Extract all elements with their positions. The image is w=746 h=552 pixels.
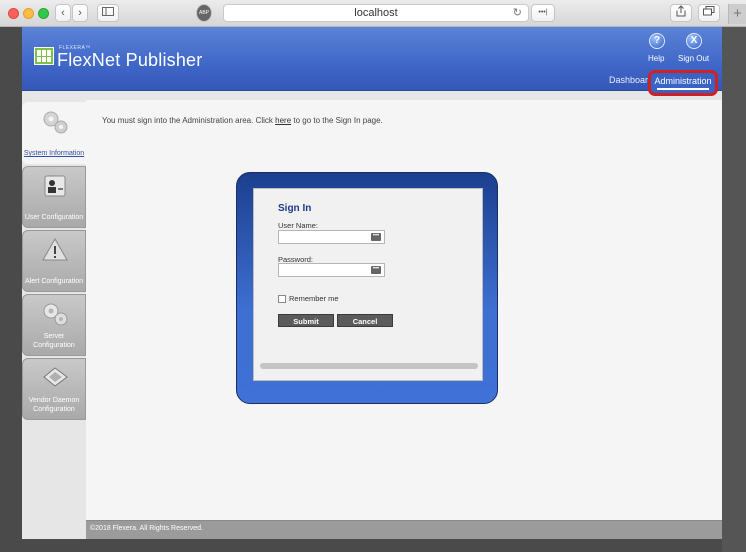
app-header: FLEXERA™ FlexNet Publisher ? Help X Sign… (22, 27, 722, 91)
sidebar-item-label: System Information (23, 150, 85, 157)
id-card-icon (44, 175, 66, 197)
sidebar-item-label: Alert Configuration (25, 278, 83, 285)
sidebar-item-vendor-daemon-configuration[interactable]: Vendor Daemon Configuration (22, 358, 86, 420)
minimize-window-button[interactable] (23, 8, 34, 19)
warning-icon (42, 237, 68, 261)
license-card-icon (43, 367, 68, 387)
help-icon[interactable]: ? (649, 33, 665, 49)
nav-administration-label: Administration (654, 76, 712, 86)
sidebar-item-alert-configuration[interactable]: Alert Configuration (22, 230, 86, 292)
gears-icon (43, 111, 68, 134)
tabs-icon (703, 6, 715, 16)
adblock-icon[interactable]: ABP (196, 4, 212, 22)
forward-button[interactable]: › (72, 4, 88, 22)
password-manager-icon[interactable]: ••• (371, 266, 381, 274)
sidebar-item-label: Vendor Daemon Configuration (28, 397, 80, 413)
signin-panel: Sign In User Name: ••• Password: ••• Rem… (236, 172, 498, 404)
cancel-button[interactable]: Cancel (337, 314, 393, 327)
main-content: You must sign into the Administration ar… (86, 100, 722, 520)
sign-out-link[interactable]: Sign Out (678, 54, 709, 63)
address-bar[interactable]: localhost ↻ (223, 4, 529, 22)
tabs-overview-button[interactable] (698, 4, 720, 22)
username-field[interactable]: ••• (278, 230, 385, 244)
sidebar-item-system-information[interactable]: System Information (22, 102, 86, 164)
app-frame: FLEXERA™ FlexNet Publisher ? Help X Sign… (22, 27, 722, 539)
signin-form: Sign In User Name: ••• Password: ••• Rem… (253, 188, 483, 381)
reload-icon[interactable]: ↻ (513, 5, 522, 21)
active-underline (657, 88, 709, 90)
new-tab-button[interactable]: + (728, 4, 746, 24)
zoom-window-button[interactable] (38, 8, 49, 19)
copyright-text: ©2018 Flexera. All Rights Reserved. (90, 525, 203, 532)
share-icon (676, 5, 686, 17)
back-button[interactable]: ‹ (55, 4, 71, 22)
sidebar-item-user-configuration[interactable]: User Configuration (22, 166, 86, 228)
sidebar-item-label: Server Configuration (33, 333, 75, 349)
sidebar-toggle-button[interactable] (97, 4, 119, 22)
remember-me-checkbox[interactable] (278, 295, 286, 303)
browser-toolbar: ‹ › ABP localhost ↻ •••| + (0, 0, 746, 27)
flexera-logo-icon (34, 47, 54, 65)
page-scrollbar[interactable] (722, 27, 746, 552)
here-link[interactable]: here (275, 116, 291, 125)
footer: ©2018 Flexera. All Rights Reserved. (86, 520, 722, 539)
submit-button[interactable]: Submit (278, 314, 334, 327)
share-button[interactable] (670, 4, 692, 22)
gears-icon (43, 303, 68, 326)
password-manager-icon[interactable]: ••• (371, 233, 381, 241)
form-horizontal-scrollbar[interactable] (260, 363, 478, 369)
sidebar-icon (102, 7, 114, 16)
signin-title: Sign In (278, 203, 312, 214)
password-field[interactable]: ••• (278, 263, 385, 277)
sidebar-item-label: User Configuration (24, 214, 84, 221)
brand-title: FlexNet Publisher (57, 50, 203, 70)
url-text: localhost (354, 7, 398, 19)
nav-dashboard[interactable]: Dashboard (609, 75, 653, 85)
help-link[interactable]: Help (648, 54, 664, 63)
sidebar-item-server-configuration[interactable]: Server Configuration (22, 294, 86, 356)
signin-required-message: You must sign into the Administration ar… (102, 116, 383, 125)
sign-out-icon[interactable]: X (686, 33, 702, 49)
extensions-button[interactable]: •••| (531, 4, 555, 22)
close-window-button[interactable] (8, 8, 19, 19)
nav-administration[interactable]: Administration (648, 70, 718, 96)
username-label: User Name: (278, 221, 319, 230)
remember-me-label[interactable]: Remember me (289, 294, 339, 303)
